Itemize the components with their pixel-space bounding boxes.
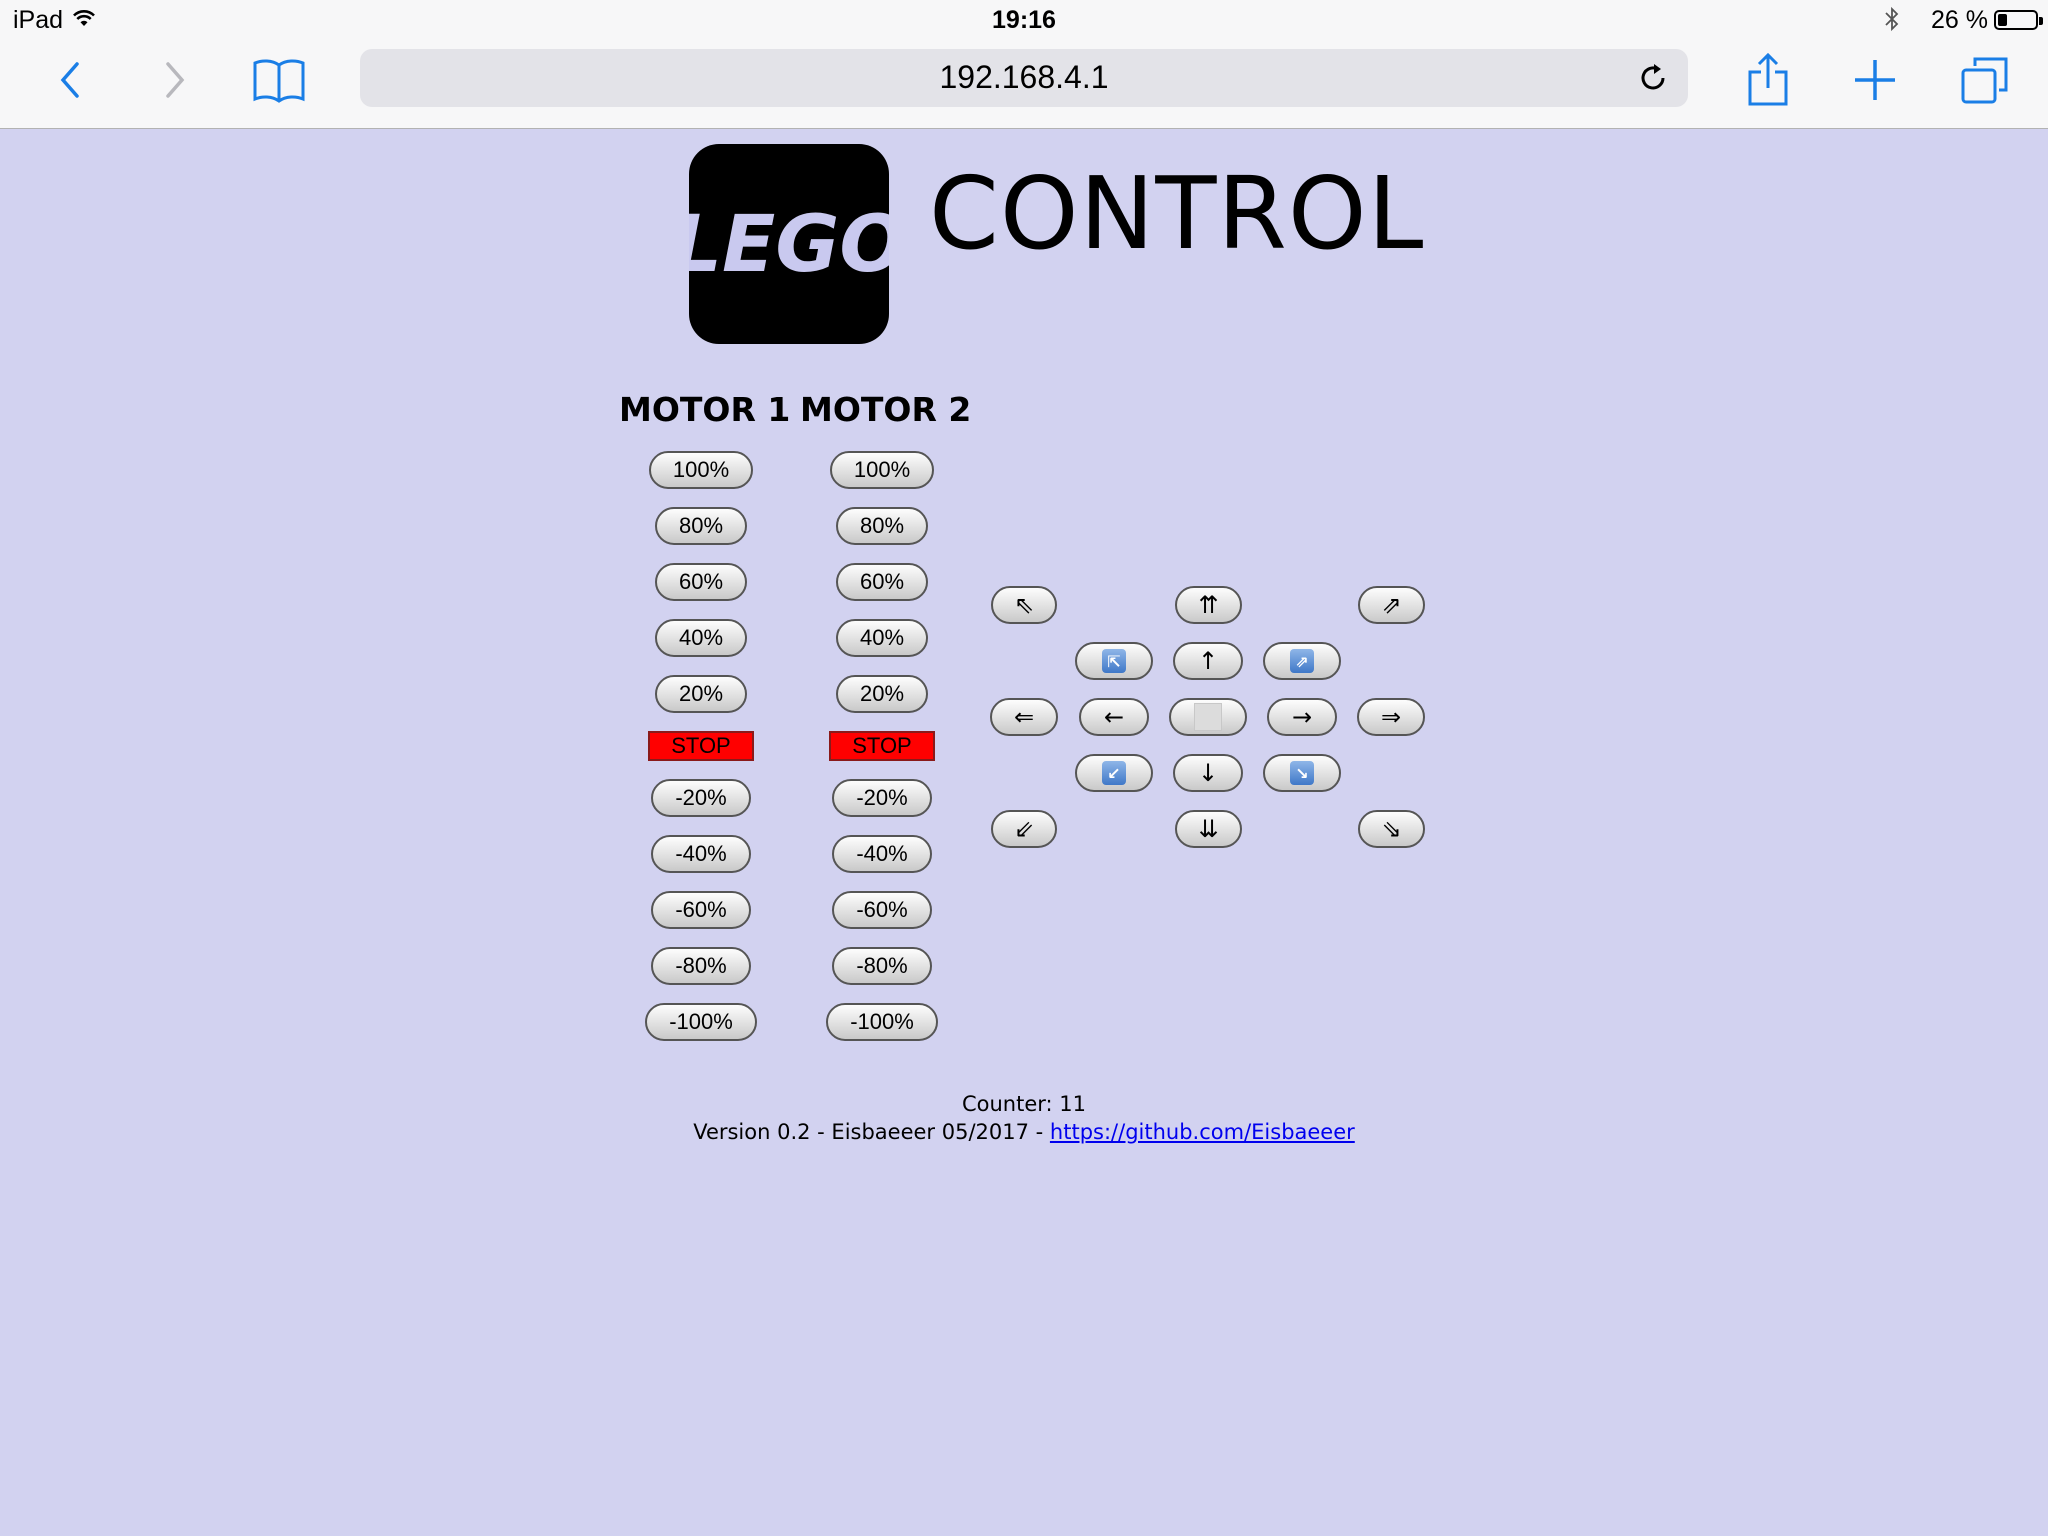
left-button[interactable]: ←	[1079, 698, 1149, 736]
fast-up-right-button[interactable]: ⇗	[1358, 586, 1425, 624]
drive-stop-button[interactable]	[1169, 698, 1247, 736]
address-bar[interactable]: 192.168.4.1	[360, 49, 1688, 107]
motor1-minus20-button[interactable]: -20%	[651, 779, 751, 817]
motor1-minus100-button[interactable]: -100%	[645, 1003, 757, 1041]
fast-down-button[interactable]: ⇊	[1175, 810, 1242, 848]
up-button[interactable]: ↑	[1173, 642, 1243, 680]
down-right-button[interactable]: ↘	[1263, 754, 1341, 792]
motor1-minus80-button[interactable]: -80%	[651, 947, 751, 985]
motor1-minus40-button[interactable]: -40%	[651, 835, 751, 873]
page-title: CONTROL	[929, 155, 1425, 272]
github-link[interactable]: https://github.com/Eisbaeeer	[1050, 1120, 1355, 1144]
fast-down-left-button[interactable]: ⇙	[991, 810, 1057, 848]
down-button[interactable]: ↓	[1173, 754, 1243, 792]
bookmarks-icon[interactable]	[249, 50, 309, 110]
counter-line: Counter: 11	[0, 1092, 2048, 1116]
battery-icon	[1994, 10, 2043, 30]
counter-value: 11	[1059, 1092, 1087, 1116]
motor2-40-button[interactable]: 40%	[836, 619, 928, 657]
motor1-20-button[interactable]: 20%	[655, 675, 747, 713]
stop-square-icon	[1194, 703, 1222, 731]
tabs-overview-icon[interactable]	[1955, 50, 2015, 110]
share-icon[interactable]	[1738, 50, 1798, 110]
up-left-button[interactable]: ⇱	[1075, 642, 1153, 680]
right-button[interactable]: →	[1267, 698, 1337, 736]
new-tab-icon[interactable]	[1845, 50, 1905, 110]
up-right-icon: ⇗	[1290, 649, 1314, 673]
fast-up-button[interactable]: ⇈	[1175, 586, 1242, 624]
url-text: 192.168.4.1	[939, 59, 1109, 95]
version-line: Version 0.2 - Eisbaeeer 05/2017 - https:…	[0, 1120, 2048, 1144]
version-text: Version 0.2 - Eisbaeeer 05/2017 -	[693, 1120, 1044, 1144]
lego-logo: LEGO	[689, 144, 889, 344]
motor1-40-button[interactable]: 40%	[655, 619, 747, 657]
motor2-100-button[interactable]: 100%	[830, 451, 934, 489]
forward-button[interactable]	[145, 50, 205, 110]
clock: 19:16	[992, 6, 1056, 34]
down-left-icon: ↙	[1102, 761, 1126, 785]
down-right-icon: ↘	[1290, 761, 1314, 785]
battery-percentage: 26 %	[1931, 6, 1988, 34]
motor1-100-button[interactable]: 100%	[649, 451, 753, 489]
motor1-stop-button[interactable]: STOP	[648, 731, 754, 761]
up-right-button[interactable]: ⇗	[1263, 642, 1341, 680]
motor2-60-button[interactable]: 60%	[836, 563, 928, 601]
down-left-button[interactable]: ↙	[1075, 754, 1153, 792]
motor2-minus60-button[interactable]: -60%	[832, 891, 932, 929]
motor2-minus80-button[interactable]: -80%	[832, 947, 932, 985]
motor2-stop-button[interactable]: STOP	[829, 731, 935, 761]
bluetooth-icon	[1884, 6, 1900, 37]
motor1-60-button[interactable]: 60%	[655, 563, 747, 601]
motor1-title: MOTOR 1	[619, 390, 791, 429]
motor2-minus100-button[interactable]: -100%	[826, 1003, 938, 1041]
motor2-minus20-button[interactable]: -20%	[832, 779, 932, 817]
motor2-20-button[interactable]: 20%	[836, 675, 928, 713]
motor2-title: MOTOR 2	[800, 390, 972, 429]
up-left-icon: ⇱	[1102, 649, 1126, 673]
fast-down-right-button[interactable]: ⇘	[1358, 810, 1425, 848]
back-button[interactable]	[40, 50, 100, 110]
reload-icon[interactable]	[1636, 61, 1670, 100]
motor2-80-button[interactable]: 80%	[836, 507, 928, 545]
logo-text: LEGO	[689, 200, 889, 290]
fast-right-button[interactable]: ⇒	[1357, 698, 1425, 736]
motor2-minus40-button[interactable]: -40%	[832, 835, 932, 873]
browser-toolbar: iPad 19:16 26 % 192.168.4.1	[0, 0, 2048, 129]
counter-label: Counter:	[961, 1092, 1053, 1116]
fast-up-left-button[interactable]: ⇖	[991, 586, 1057, 624]
fast-left-button[interactable]: ⇐	[990, 698, 1058, 736]
motor1-80-button[interactable]: 80%	[655, 507, 747, 545]
motor1-minus60-button[interactable]: -60%	[651, 891, 751, 929]
